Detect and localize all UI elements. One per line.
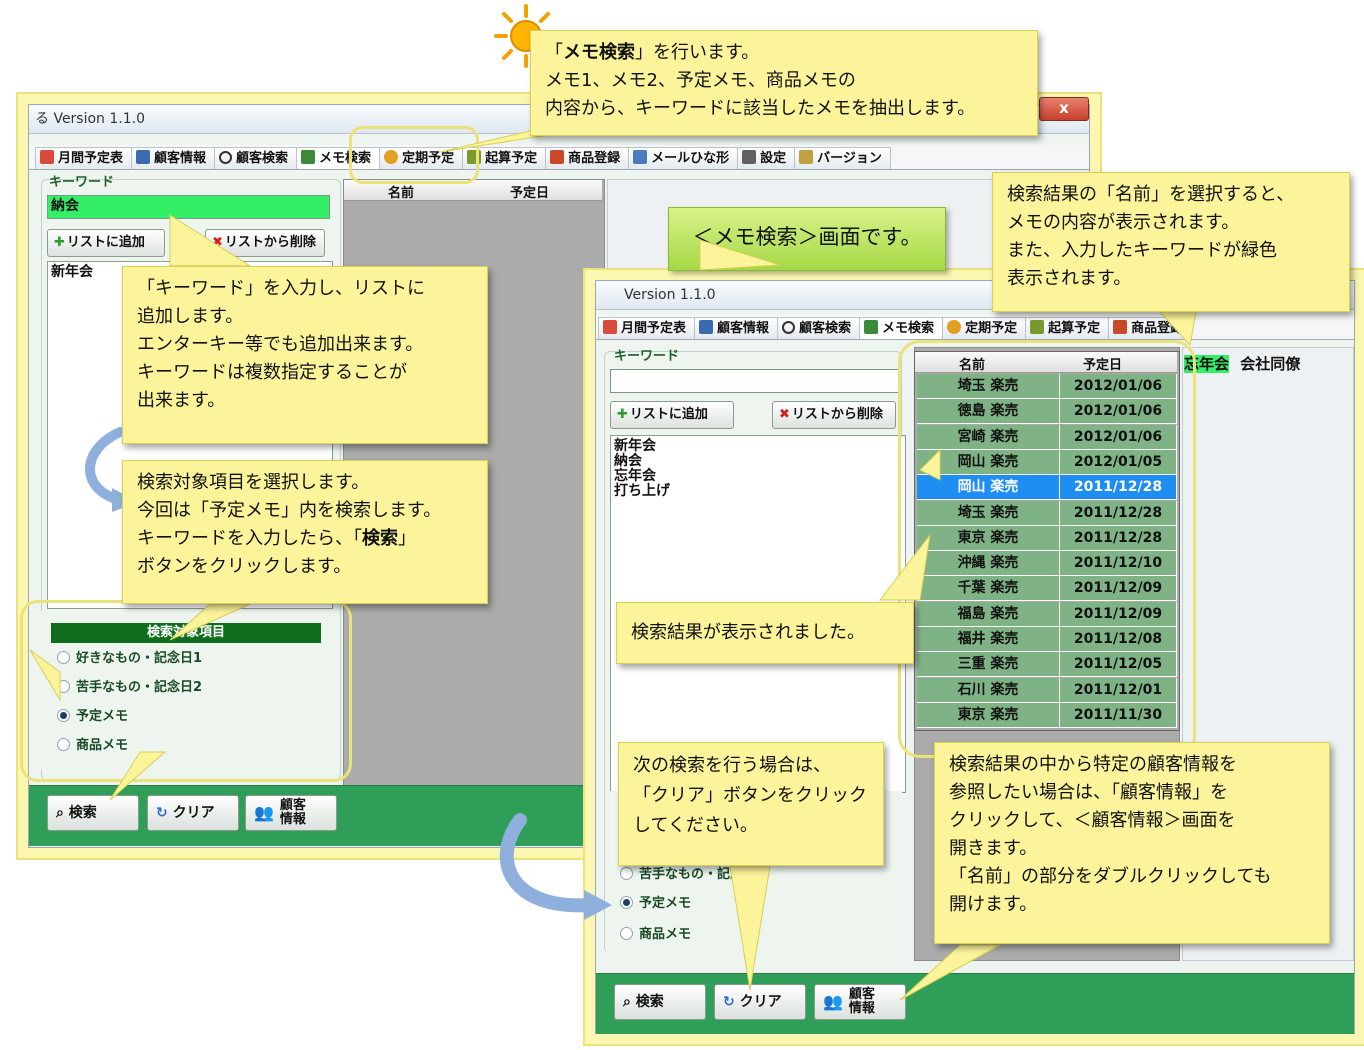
callout-keyword: 「キーワード」を入力し、リストに 追加します。 エンターキー等でも追加出来ます。… [122,266,488,444]
callout-search-target: 検索対象項目を選択します。 今回は「予定メモ」内を検索します。 キーワードを入力… [122,460,488,604]
callout-clear: 次の検索を行う場合は、 「クリア」ボタンをクリック してください。 [618,742,884,866]
callout-memo-search: 「メモ検索」を行います。 メモ1、メモ2、予定メモ、商品メモの 内容から、キーワ… [530,30,1038,136]
callout-results-shown: 検索結果が表示されました。 [616,602,914,664]
callout-result-name: 検索結果の「名前」を選択すると、 メモの内容が表示されます。 また、入力したキー… [992,172,1350,312]
callout-customer-info: 検索結果の中から特定の顧客情報を 参照したい場合は、「顧客情報」を クリックして… [934,742,1330,944]
